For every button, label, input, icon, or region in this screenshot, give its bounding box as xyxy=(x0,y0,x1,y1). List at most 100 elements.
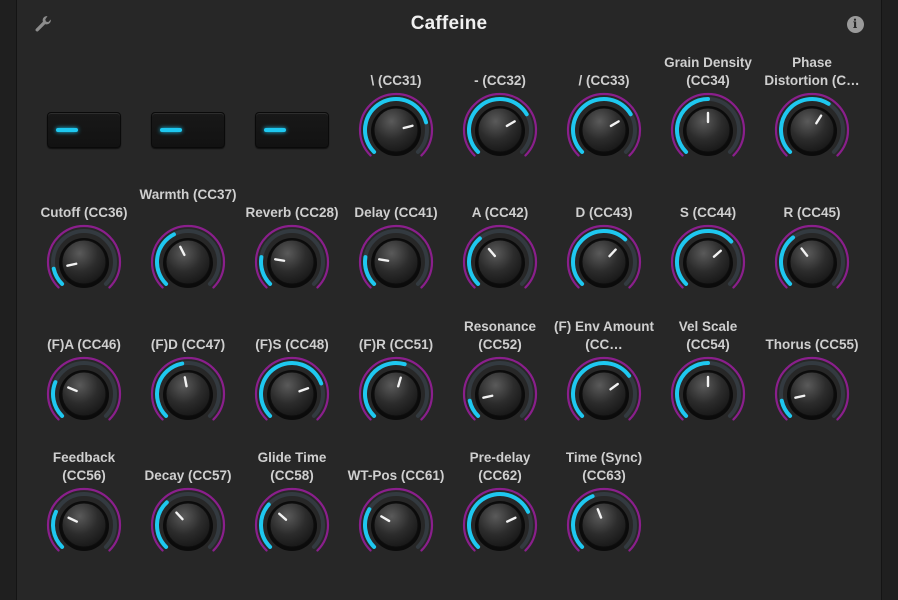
knob-label-text: Cutoff (CC36) xyxy=(40,205,128,220)
knob[interactable] xyxy=(252,354,332,434)
knob-label: A (CC42) xyxy=(446,204,554,222)
knob-label: Vel Scale (CC54) xyxy=(658,318,758,354)
knob-label: R (CC45) xyxy=(758,204,866,222)
knob-label: Phase Distortion (C… xyxy=(762,54,862,90)
knob-label-text: (F) Env Amount (CC… xyxy=(554,319,654,352)
knob-label-text: Resonance (CC52) xyxy=(463,319,537,352)
app-title: Caffeine xyxy=(410,13,488,34)
knob[interactable] xyxy=(460,354,540,434)
knob-label-text: A (CC42) xyxy=(471,205,529,220)
knob[interactable] xyxy=(564,90,644,170)
knob-label: Decay (CC57) xyxy=(134,467,242,485)
knob-body xyxy=(789,371,835,417)
knob-label: Reverb (CC28) xyxy=(238,204,346,222)
knob-label-text: (F)S (CC48) xyxy=(255,337,329,352)
knob-body xyxy=(581,239,627,285)
knob[interactable] xyxy=(148,222,228,302)
knob-label: (F)A (CC46) xyxy=(30,336,138,354)
knob-label-text: Phase Distortion (C… xyxy=(764,55,860,88)
knob[interactable] xyxy=(564,485,644,565)
knob-body xyxy=(789,107,835,153)
toggle-button-2[interactable] xyxy=(151,112,225,148)
knob-label-text: Time (Sync) (CC63) xyxy=(565,450,643,483)
knob-label: (F)D (CC47) xyxy=(134,336,242,354)
wrench-icon[interactable] xyxy=(33,14,53,34)
knob[interactable] xyxy=(356,354,436,434)
toggle-led-3 xyxy=(264,128,286,132)
knob-label: Delay (CC41) xyxy=(342,204,450,222)
knob[interactable] xyxy=(772,222,852,302)
knob[interactable] xyxy=(148,354,228,434)
knob-body xyxy=(61,371,107,417)
knob-label: Feedback (CC56) xyxy=(34,449,134,485)
knob-label: Glide Time (CC58) xyxy=(242,449,342,485)
toggle-led-1 xyxy=(56,128,78,132)
knob-body xyxy=(269,371,315,417)
knob[interactable] xyxy=(44,354,124,434)
knob-label: Grain Density (CC34) xyxy=(658,54,758,90)
knob[interactable] xyxy=(356,485,436,565)
knob-body xyxy=(373,502,419,548)
knob-body xyxy=(269,239,315,285)
toggle-button-1[interactable] xyxy=(47,112,121,148)
knob[interactable] xyxy=(252,222,332,302)
knob[interactable] xyxy=(148,485,228,565)
toggle-button-3[interactable] xyxy=(255,112,329,148)
knob[interactable] xyxy=(668,354,748,434)
knob-label: (F) Env Amount (CC… xyxy=(554,318,654,354)
knob-label: / (CC33) xyxy=(550,72,658,90)
knob[interactable] xyxy=(564,222,644,302)
knob-body xyxy=(373,239,419,285)
knob-label: Cutoff (CC36) xyxy=(30,204,138,222)
knob-indicator xyxy=(378,258,390,262)
right-frame xyxy=(881,0,898,600)
knob[interactable] xyxy=(460,222,540,302)
knob[interactable] xyxy=(356,90,436,170)
knob[interactable] xyxy=(356,222,436,302)
knob[interactable] xyxy=(44,222,124,302)
knob-body xyxy=(269,502,315,548)
knob-label-text: Grain Density (CC34) xyxy=(664,55,752,88)
knob[interactable] xyxy=(772,90,852,170)
knob-label: Time (Sync) (CC63) xyxy=(554,449,654,485)
knob-label-text: Glide Time (CC58) xyxy=(257,450,327,483)
knob-body xyxy=(477,107,523,153)
knob-label-text: Delay (CC41) xyxy=(354,205,438,220)
knob[interactable] xyxy=(564,354,644,434)
knob-body xyxy=(789,239,835,285)
knob-label-text: (F)A (CC46) xyxy=(47,337,121,352)
knob-body xyxy=(373,107,419,153)
knob-label-text: Warmth (CC37) xyxy=(139,187,237,202)
knob-label-text: Feedback (CC56) xyxy=(52,450,116,483)
knob-label-text: Vel Scale (CC54) xyxy=(678,319,738,352)
knob[interactable] xyxy=(772,354,852,434)
knob-body xyxy=(165,371,211,417)
knob-body xyxy=(477,371,523,417)
knob[interactable] xyxy=(460,90,540,170)
knob-body xyxy=(61,239,107,285)
knob-body xyxy=(61,502,107,548)
knob-body xyxy=(477,239,523,285)
knob-body xyxy=(581,371,627,417)
knob-body xyxy=(581,107,627,153)
knob-label-text: - (CC32) xyxy=(474,73,526,88)
knob-indicator xyxy=(183,376,188,388)
knob-label-text: (F)D (CC47) xyxy=(150,337,226,352)
knob-label-text: Decay (CC57) xyxy=(144,468,232,483)
knob-body xyxy=(165,239,211,285)
knob[interactable] xyxy=(668,90,748,170)
knob[interactable] xyxy=(252,485,332,565)
knob-label: \ (CC31) xyxy=(342,72,450,90)
knob-label-text: Reverb (CC28) xyxy=(245,205,339,220)
knob[interactable] xyxy=(44,485,124,565)
synth-panel xyxy=(17,0,881,600)
left-frame xyxy=(0,0,17,600)
knob[interactable] xyxy=(460,485,540,565)
knob-body xyxy=(165,502,211,548)
knob-body xyxy=(373,371,419,417)
knob-label-text: R (CC45) xyxy=(783,205,841,220)
knob[interactable] xyxy=(668,222,748,302)
knob-body xyxy=(685,239,731,285)
info-icon[interactable]: i xyxy=(845,14,865,34)
info-glyph: i xyxy=(846,15,864,33)
